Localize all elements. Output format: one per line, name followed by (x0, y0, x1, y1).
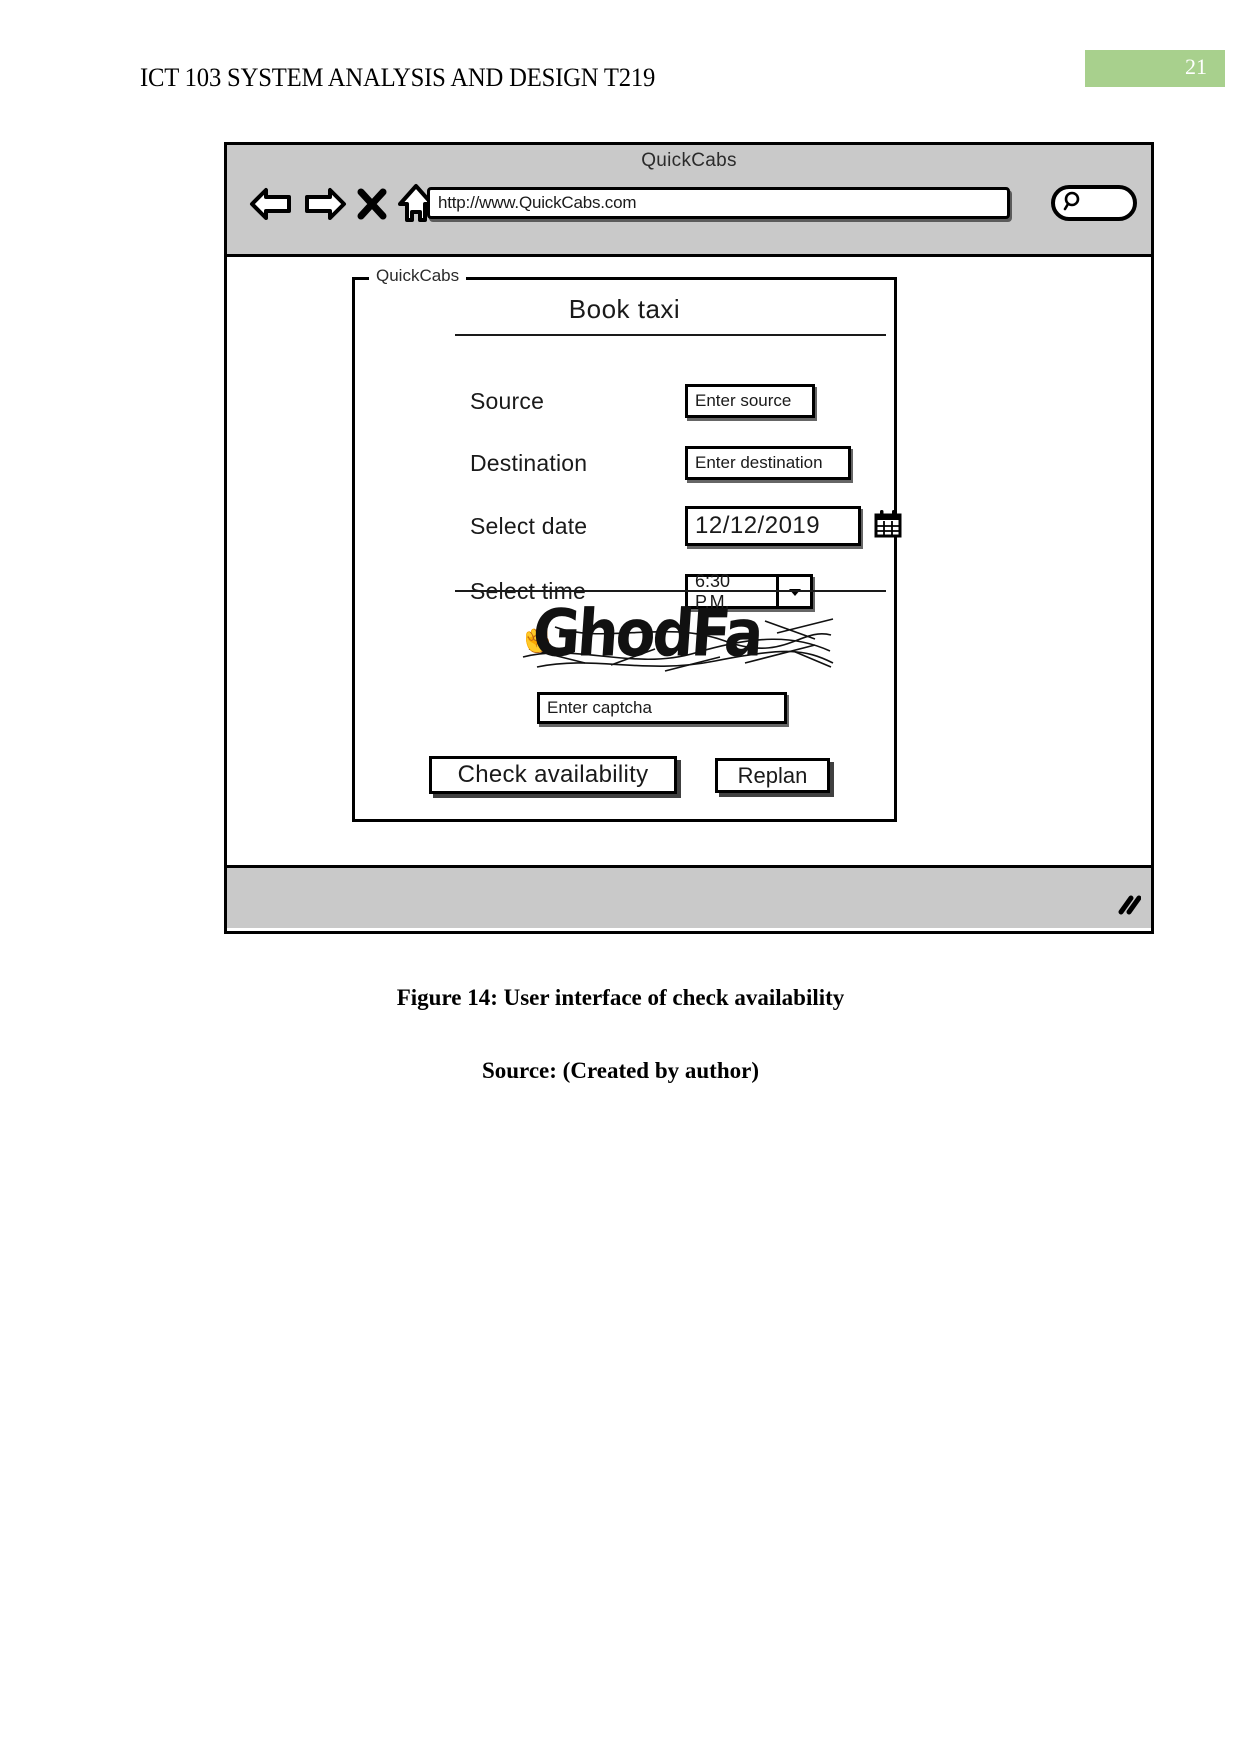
form-row-destination: Destination Enter destination (470, 446, 851, 480)
url-text: http://www.QuickCabs.com (438, 193, 637, 212)
source-caption: Source: (Created by author) (481, 1058, 760, 1083)
page-number-badge: 21 (1085, 50, 1225, 87)
divider-middle (455, 590, 886, 592)
browser-viewport: QuickCabs Book taxi Source Enter source … (227, 257, 1151, 865)
browser-window-mockup: QuickCabs http://www.QuickCabs.com Quick… (224, 142, 1154, 934)
calendar-icon[interactable] (873, 509, 903, 544)
source-input[interactable]: Enter source (685, 384, 815, 418)
figure-caption: Figure 14: User interface of check avail… (396, 985, 845, 1010)
stop-x-icon[interactable] (357, 185, 387, 223)
captcha-input[interactable]: Enter captcha (537, 692, 787, 724)
page-number: 21 (1185, 54, 1207, 79)
replan-button[interactable]: Replan (715, 758, 830, 793)
form-row-date: Select date 12/12/2019 (470, 506, 903, 546)
browser-chrome: QuickCabs http://www.QuickCabs.com (227, 145, 1151, 257)
back-arrow-icon[interactable] (249, 185, 293, 223)
browser-window-title: QuickCabs (641, 150, 737, 171)
book-taxi-panel: QuickCabs Book taxi Source Enter source … (352, 266, 902, 822)
captcha-image: ☝ GhodFa (515, 605, 835, 677)
url-bar[interactable]: http://www.QuickCabs.com (427, 187, 1010, 219)
destination-input[interactable]: Enter destination (685, 446, 851, 480)
forward-arrow-icon[interactable] (303, 185, 347, 223)
source-label: Source (470, 387, 545, 414)
panel-heading: Book taxi (568, 294, 681, 324)
resize-grip-icon[interactable] (1115, 895, 1142, 920)
panel-legend: QuickCabs (369, 266, 467, 286)
date-input[interactable]: 12/12/2019 (685, 506, 861, 546)
page-title: ICT 103 SYSTEM ANALYSIS AND DESIGN T219 (140, 62, 656, 92)
magnifier-icon (1062, 190, 1084, 217)
form-row-source: Source Enter source (470, 384, 815, 418)
divider-top (455, 334, 886, 336)
browser-status-bar (227, 865, 1151, 928)
browser-search-box[interactable] (1051, 185, 1137, 221)
captcha-text: GhodFa (530, 605, 764, 672)
select-date-label: Select date (470, 512, 588, 539)
check-availability-button[interactable]: Check availability (429, 756, 677, 794)
document-header: ICT 103 SYSTEM ANALYSIS AND DESIGN T219 … (0, 0, 1241, 120)
browser-nav-icons (249, 183, 435, 225)
destination-label: Destination (470, 449, 588, 476)
